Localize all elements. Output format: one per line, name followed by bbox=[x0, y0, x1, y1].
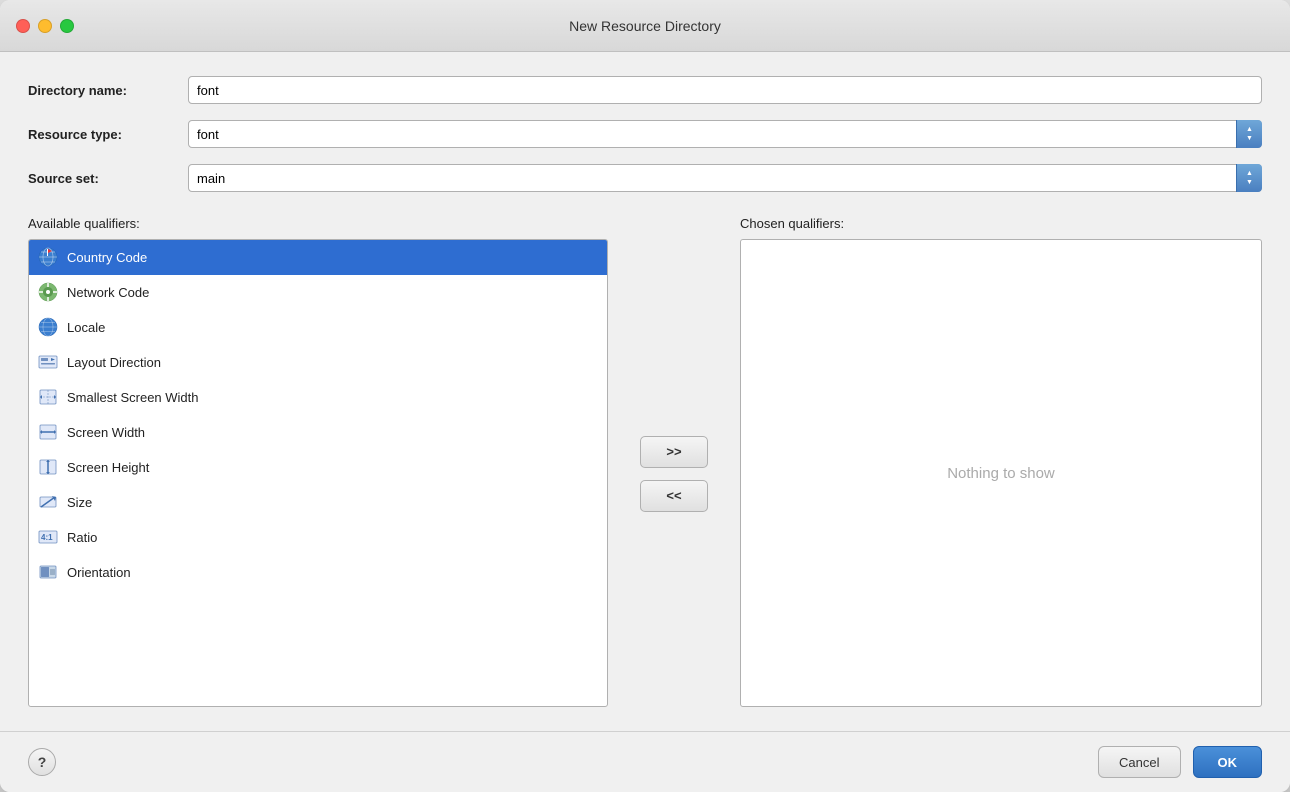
add-qualifier-button[interactable]: >> bbox=[640, 436, 708, 468]
country-code-label: Country Code bbox=[67, 250, 147, 265]
source-set-select-wrapper: main bbox=[188, 164, 1262, 192]
chosen-qualifiers-panel: Chosen qualifiers: Nothing to show bbox=[740, 216, 1262, 707]
layout-direction-icon bbox=[37, 351, 59, 373]
action-buttons: Cancel OK bbox=[1098, 746, 1262, 778]
available-qualifiers-list: Country Code bbox=[28, 239, 608, 707]
screen-width-icon bbox=[37, 421, 59, 443]
source-set-row: Source set: main bbox=[28, 164, 1262, 192]
locale-icon bbox=[37, 316, 59, 338]
available-qualifiers-panel: Available qualifiers: bbox=[28, 216, 608, 707]
ratio-label: Ratio bbox=[67, 530, 97, 545]
close-button[interactable] bbox=[16, 19, 30, 33]
title-bar: New Resource Directory bbox=[0, 0, 1290, 52]
content-area: Directory name: Resource type: font Sour… bbox=[0, 52, 1290, 731]
qualifier-item-ratio[interactable]: 4:1 Ratio bbox=[29, 520, 607, 555]
directory-name-row: Directory name: bbox=[28, 76, 1262, 104]
network-code-label: Network Code bbox=[67, 285, 149, 300]
dialog-title: New Resource Directory bbox=[569, 18, 721, 34]
qualifier-item-locale[interactable]: Locale bbox=[29, 310, 607, 345]
source-set-label: Source set: bbox=[28, 171, 188, 186]
cancel-button[interactable]: Cancel bbox=[1098, 746, 1180, 778]
qualifier-item-country-code[interactable]: Country Code bbox=[29, 240, 607, 275]
resource-type-select-wrapper: font bbox=[188, 120, 1262, 148]
maximize-button[interactable] bbox=[60, 19, 74, 33]
screen-height-label: Screen Height bbox=[67, 460, 149, 475]
directory-name-input[interactable] bbox=[188, 76, 1262, 104]
qualifier-item-network-code[interactable]: Network Code bbox=[29, 275, 607, 310]
remove-qualifier-button[interactable]: << bbox=[640, 480, 708, 512]
qualifier-item-screen-width[interactable]: Screen Width bbox=[29, 415, 607, 450]
size-label: Size bbox=[67, 495, 92, 510]
available-qualifiers-label: Available qualifiers: bbox=[28, 216, 608, 231]
layout-direction-label: Layout Direction bbox=[67, 355, 161, 370]
directory-name-label: Directory name: bbox=[28, 83, 188, 98]
ratio-icon: 4:1 bbox=[37, 526, 59, 548]
size-icon bbox=[37, 491, 59, 513]
qualifier-item-size[interactable]: Size bbox=[29, 485, 607, 520]
resource-type-select[interactable]: font bbox=[188, 120, 1262, 148]
minimize-button[interactable] bbox=[38, 19, 52, 33]
network-code-icon bbox=[37, 281, 59, 303]
orientation-icon bbox=[37, 561, 59, 583]
bottom-bar: ? Cancel OK bbox=[0, 731, 1290, 792]
orientation-label: Orientation bbox=[67, 565, 131, 580]
dialog: New Resource Directory Directory name: R… bbox=[0, 0, 1290, 792]
qualifier-item-layout-direction[interactable]: Layout Direction bbox=[29, 345, 607, 380]
country-code-icon bbox=[37, 246, 59, 268]
help-button[interactable]: ? bbox=[28, 748, 56, 776]
chosen-qualifiers-label: Chosen qualifiers: bbox=[740, 216, 1262, 231]
ok-button[interactable]: OK bbox=[1193, 746, 1263, 778]
smallest-screen-width-label: Smallest Screen Width bbox=[67, 390, 199, 405]
source-set-select[interactable]: main bbox=[188, 164, 1262, 192]
empty-state-text: Nothing to show bbox=[947, 465, 1055, 482]
qualifier-item-orientation[interactable]: Orientation bbox=[29, 555, 607, 590]
svg-text:4:1: 4:1 bbox=[41, 533, 53, 542]
screen-width-label: Screen Width bbox=[67, 425, 145, 440]
qualifier-item-screen-height[interactable]: Screen Height bbox=[29, 450, 607, 485]
chosen-qualifiers-list: Nothing to show bbox=[740, 239, 1262, 707]
smallest-screen-width-icon bbox=[37, 386, 59, 408]
qualifiers-section: Available qualifiers: bbox=[28, 216, 1262, 707]
locale-label: Locale bbox=[67, 320, 105, 335]
arrow-buttons-panel: >> << bbox=[624, 240, 724, 707]
qualifier-item-smallest-screen-width[interactable]: Smallest Screen Width bbox=[29, 380, 607, 415]
screen-height-icon bbox=[37, 456, 59, 478]
resource-type-row: Resource type: font bbox=[28, 120, 1262, 148]
resource-type-label: Resource type: bbox=[28, 127, 188, 142]
traffic-lights bbox=[16, 19, 74, 33]
